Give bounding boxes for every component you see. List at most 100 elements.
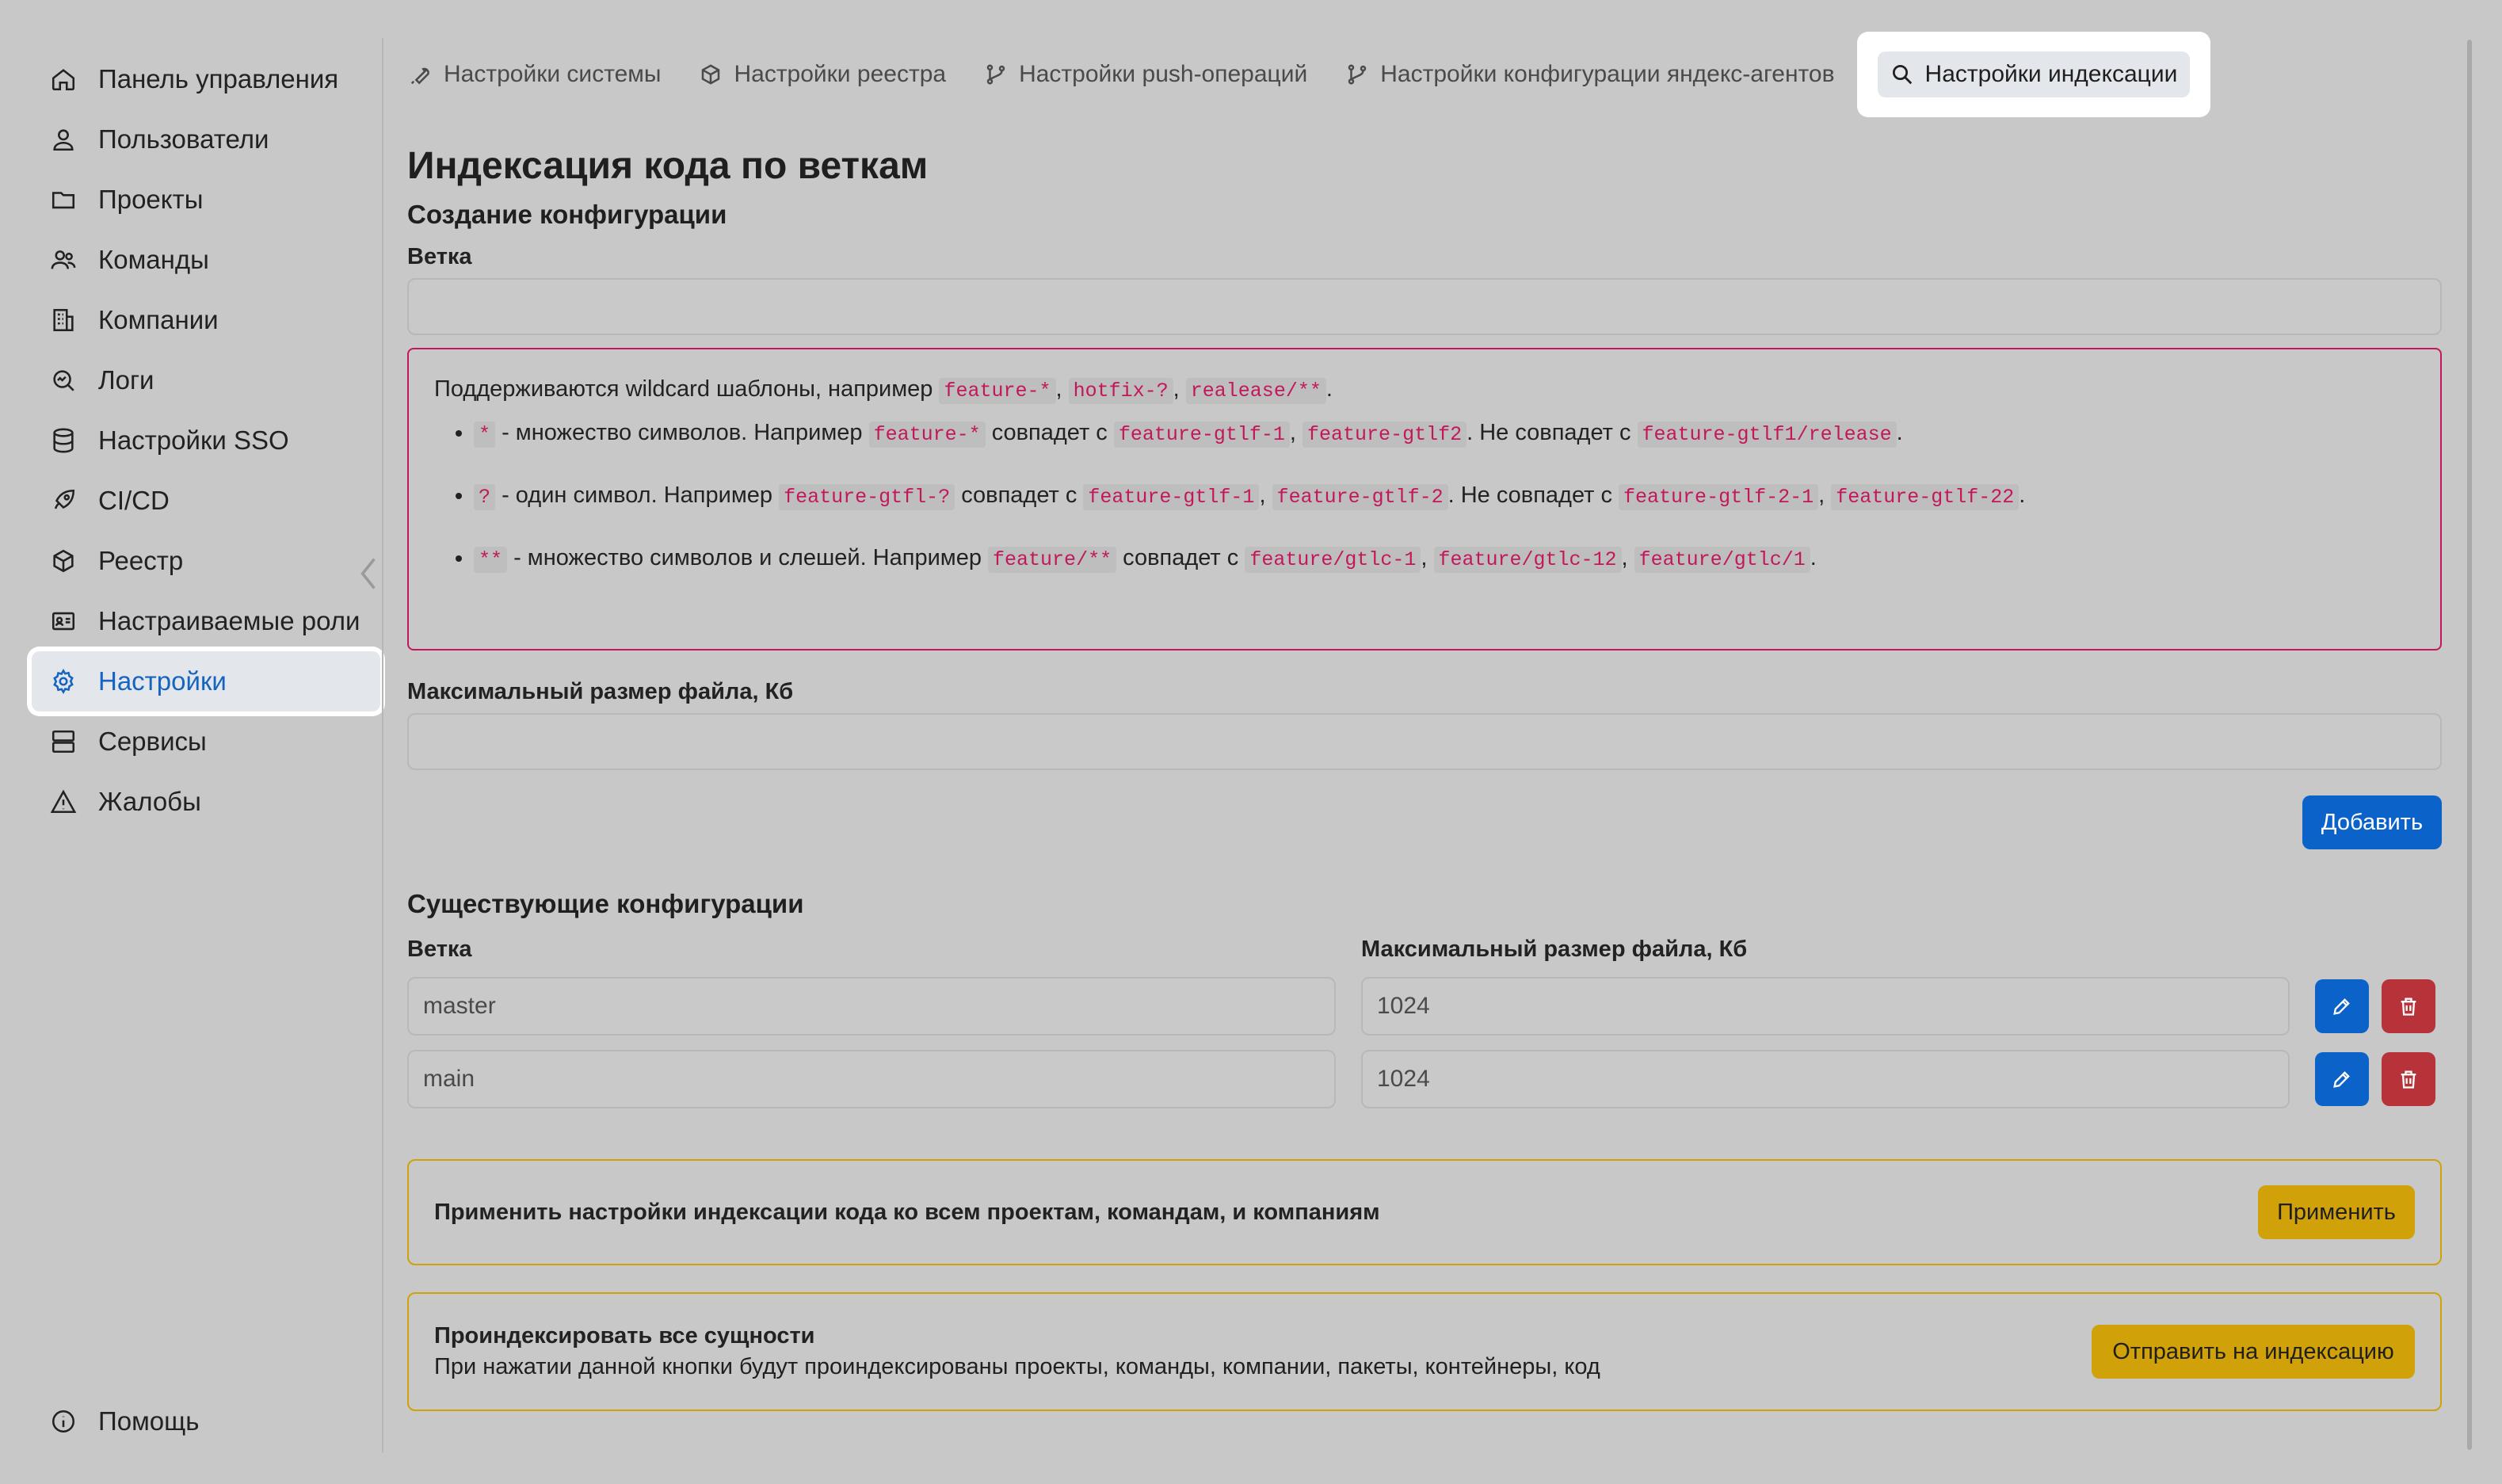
tab-push-settings[interactable]: Настройки push-операций — [984, 52, 1307, 97]
sidebar-item-label: Компании — [98, 305, 219, 334]
edit-button[interactable] — [2315, 1052, 2369, 1106]
index-panel-texts: Проиндексировать все сущности При нажати… — [434, 1323, 1600, 1380]
id-card-icon — [49, 607, 78, 635]
edit-button[interactable] — [2315, 979, 2369, 1033]
rocket-icon — [49, 486, 78, 515]
config-branch-field[interactable]: master — [407, 977, 1336, 1036]
wrench-icon — [410, 67, 429, 85]
home-icon — [49, 65, 78, 93]
settings-tabs: Настройки системы Настройки реестра Наст… — [409, 32, 2211, 117]
rule-nomatch-text: . Не совпадет с — [1466, 420, 1631, 445]
rule-match: feature/gtlc/1 — [1634, 547, 1810, 573]
package-icon — [49, 547, 78, 575]
sidebar-item-label: Настройки — [98, 666, 227, 696]
server-icon — [49, 727, 78, 756]
chevron-left-icon — [360, 558, 376, 589]
sidebar-item-complaints[interactable]: Жалобы — [32, 772, 380, 832]
send-to-index-button[interactable]: Отправить на индексацию — [2092, 1325, 2415, 1379]
sidebar-item-services[interactable]: Сервисы — [32, 711, 380, 772]
sidebar-item-companies[interactable]: Компании — [32, 290, 380, 350]
add-row: Добавить — [407, 795, 2442, 849]
config-row: main 1024 — [407, 1050, 2442, 1108]
sidebar-divider — [382, 38, 383, 1452]
max-size-input[interactable] — [407, 713, 2442, 770]
apply-button[interactable]: Применить — [2258, 1185, 2415, 1239]
tab-label: Настройки системы — [444, 61, 662, 87]
add-button[interactable]: Добавить — [2302, 795, 2442, 849]
tab-indexing-inner: Настройки индексации — [1877, 52, 2191, 97]
hint-intro-text: Поддерживаются wildcard шаблоны, наприме… — [434, 376, 933, 402]
sidebar-item-label: Команды — [98, 245, 209, 274]
sidebar-item-custom-roles[interactable]: Настраиваемые роли — [32, 591, 380, 651]
rule-match: feature/gtlc-1 — [1245, 547, 1421, 573]
delete-button[interactable] — [2382, 979, 2435, 1033]
sidebar-item-logs[interactable]: Логи — [32, 350, 380, 410]
rule-match: feature-gtlf-1 — [1113, 422, 1290, 448]
config-branch-field[interactable]: main — [407, 1050, 1336, 1108]
hint-rule: ? - один символ. Например feature-gtfl-?… — [474, 483, 2415, 510]
gear-icon — [49, 667, 78, 696]
hint-intro: Поддерживаются wildcard шаблоны, наприме… — [434, 376, 1333, 404]
config-size-field[interactable]: 1024 — [1361, 977, 2290, 1036]
rule-nomatch: feature-gtlf1/release — [1637, 422, 1897, 448]
index-panel-text: При нажатии данной кнопки будут проиндек… — [434, 1354, 1600, 1379]
hint-example: realease/** — [1185, 378, 1326, 404]
sidebar-item-label: CI/CD — [98, 486, 170, 515]
delete-button[interactable] — [2382, 1052, 2435, 1106]
rule-example: feature-* — [868, 422, 986, 448]
index-panel-title: Проиндексировать все сущности — [434, 1323, 815, 1349]
rule-example: feature-gtfl-? — [779, 484, 955, 510]
sidebar-item-teams[interactable]: Команды — [32, 230, 380, 290]
sidebar-item-label: Настройки SSO — [98, 425, 289, 455]
rule-desc: - множество символов и слешей. Например — [513, 545, 982, 570]
sidebar-item-projects[interactable]: Проекты — [32, 170, 380, 230]
user-icon — [49, 125, 78, 154]
apply-panel: Применить настройки индексации кода ко в… — [407, 1159, 2442, 1265]
building-icon — [49, 306, 78, 334]
sidebar-item-users[interactable]: Пользователи — [32, 109, 380, 170]
rule-match: feature-gtlf2 — [1302, 422, 1467, 448]
wildcard-hint: Поддерживаются wildcard шаблоны, наприме… — [407, 348, 2442, 650]
apply-panel-text: Применить настройки индексации кода ко в… — [434, 1199, 1380, 1225]
sidebar-item-label: Сервисы — [98, 727, 207, 756]
sidebar-collapse-button[interactable] — [355, 551, 382, 596]
rule-match: feature-gtlf-1 — [1083, 484, 1260, 510]
branch-input[interactable] — [407, 278, 2442, 335]
tab-indexing-settings[interactable]: Настройки индексации — [1856, 32, 2211, 117]
sidebar-item-cicd[interactable]: CI/CD — [32, 471, 380, 531]
help-label: Помощь — [98, 1406, 200, 1436]
scrollbar[interactable] — [2467, 40, 2472, 1450]
rule-desc: - множество символов. Например — [502, 420, 863, 445]
rule-pattern: ** — [474, 547, 508, 573]
database-icon — [49, 426, 78, 455]
rule-desc: - один символ. Например — [502, 483, 773, 508]
hint-example: hotfix-? — [1068, 378, 1173, 404]
sidebar-help: Помощь — [32, 1391, 380, 1452]
tab-agents-settings[interactable]: Настройки конфигурации яндекс-агентов — [1345, 52, 1835, 97]
create-section-title: Создание конфигурации — [407, 200, 727, 229]
help-link[interactable]: Помощь — [32, 1391, 380, 1452]
warning-icon — [49, 788, 78, 816]
rule-matches-text: совпадет с — [991, 420, 1108, 445]
branch-label: Ветка — [407, 244, 472, 269]
tab-label: Настройки конфигурации яндекс-агентов — [1380, 61, 1835, 87]
sidebar-item-registry[interactable]: Реестр — [32, 531, 380, 591]
page-title: Индексация кода по веткам — [407, 145, 929, 187]
hint-rule: * - множество символов. Например feature… — [474, 420, 2415, 448]
sidebar-item-label: Настраиваемые роли — [98, 606, 360, 635]
rule-pattern: * — [474, 422, 496, 448]
config-size-field[interactable]: 1024 — [1361, 1050, 2290, 1108]
sidebar-item-sso[interactable]: Настройки SSO — [32, 410, 380, 471]
sidebar-item-settings[interactable]: Настройки — [32, 651, 380, 711]
folder-icon — [49, 185, 78, 214]
existing-branch-header: Ветка — [407, 937, 472, 962]
hint-rules: * - множество символов. Например feature… — [434, 420, 2415, 573]
sidebar-item-label: Проекты — [98, 185, 204, 214]
max-size-label: Максимальный размер файла, Кб — [407, 679, 794, 704]
users-icon — [49, 246, 78, 274]
tab-system-settings[interactable]: Настройки системы — [409, 52, 661, 97]
sidebar-item-dashboard[interactable]: Панель управления — [32, 49, 380, 109]
sidebar-item-label: Пользователи — [98, 124, 269, 154]
tab-registry-settings[interactable]: Настройки реестра — [699, 52, 946, 97]
package-icon — [702, 64, 720, 85]
